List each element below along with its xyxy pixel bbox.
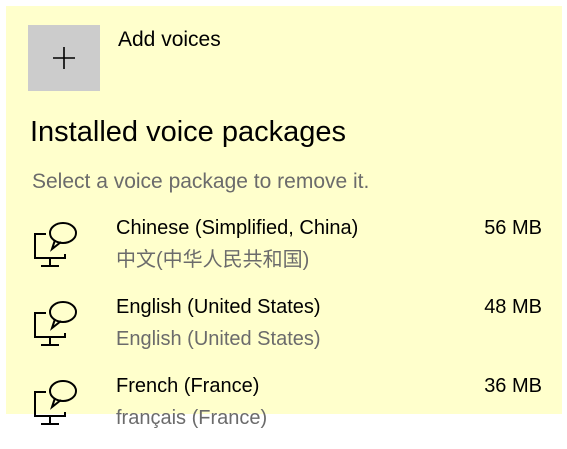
voice-package-native-name: 中文(中华人民共和国) [116, 249, 310, 271]
installed-voice-packages-hint: Select a voice package to remove it. [32, 170, 370, 193]
add-voices-label[interactable]: Add voices [118, 27, 221, 53]
voice-package-item[interactable]: English (United States) English (United … [30, 291, 542, 370]
voice-package-size: 36 MB [484, 375, 542, 397]
speech-computer-icon [34, 301, 77, 346]
add-voices-tile[interactable] [28, 25, 100, 91]
speech-computer-icon [34, 380, 77, 425]
plus-icon [53, 47, 75, 69]
add-voices-button[interactable]: Add voices [28, 25, 221, 91]
voice-package-list: Chinese (Simplified, China) 中文(中华人民共和国) … [30, 212, 542, 449]
voice-package-native-name: français (France) [116, 407, 268, 429]
voice-package-name: English (United States) [116, 296, 321, 318]
voice-package-name: French (France) [116, 375, 260, 397]
voice-package-native-name: English (United States) [116, 328, 321, 350]
voice-package-item[interactable]: French (France) français (France) 36 MB [30, 370, 542, 449]
voice-package-size: 48 MB [484, 296, 542, 318]
speech-computer-icon [34, 222, 77, 267]
speech-settings-panel: Add voices Installed voice packages Sele… [6, 6, 562, 429]
voice-package-size: 56 MB [484, 217, 542, 239]
voice-package-item[interactable]: Chinese (Simplified, China) 中文(中华人民共和国) … [30, 212, 542, 291]
voice-package-name: Chinese (Simplified, China) [116, 217, 359, 239]
installed-voice-packages-heading: Installed voice packages [30, 116, 346, 148]
